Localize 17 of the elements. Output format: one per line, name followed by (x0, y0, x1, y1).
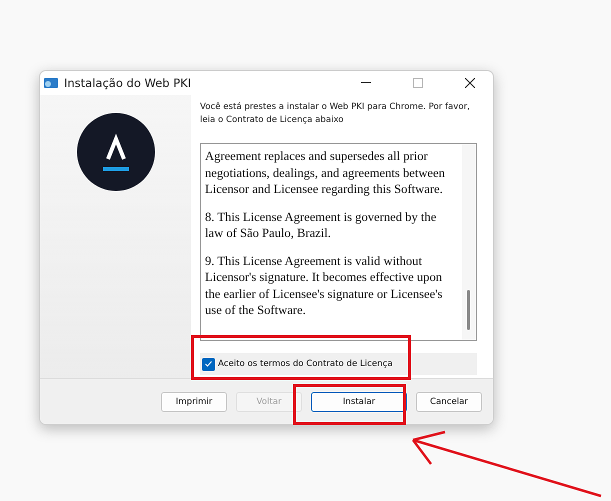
dialog-button[interactable]: Imprimir (161, 392, 227, 412)
maximize-icon (413, 78, 423, 88)
checkmark-icon (205, 361, 212, 367)
scrollbar-thumb[interactable] (467, 290, 470, 330)
intro-text: Você está prestes a instalar o Web PKI para Chrome. Por favor, leia o Contrato de Licença abaixo (200, 101, 471, 127)
license-paragraph: 9. This License Agreement is valid without Licensor's signature. It becomes effective upon the earlier of Licensee's signature or Licensee's use of the Software. (205, 252, 444, 318)
close-icon (465, 78, 475, 88)
dialog-button[interactable]: Instalar (311, 392, 407, 412)
license-paragraph: Agreement replaces and supersedes all prior negotiations, dealings, and agreements between Licensor and Licensee regarding this Software. (205, 148, 446, 198)
license-paragraph: 8. This License Agreement is governed by the law of São Paulo, Brazil. (205, 208, 438, 242)
accept-checkbox[interactable] (202, 358, 215, 370)
logo-icon (76, 113, 154, 191)
minimize-icon (361, 82, 371, 84)
installer-icon (44, 77, 58, 89)
dialog-button[interactable]: Cancelar (416, 392, 482, 412)
window-title: Instalação do Web PKI (64, 76, 192, 90)
license-text-box[interactable] (200, 143, 477, 341)
